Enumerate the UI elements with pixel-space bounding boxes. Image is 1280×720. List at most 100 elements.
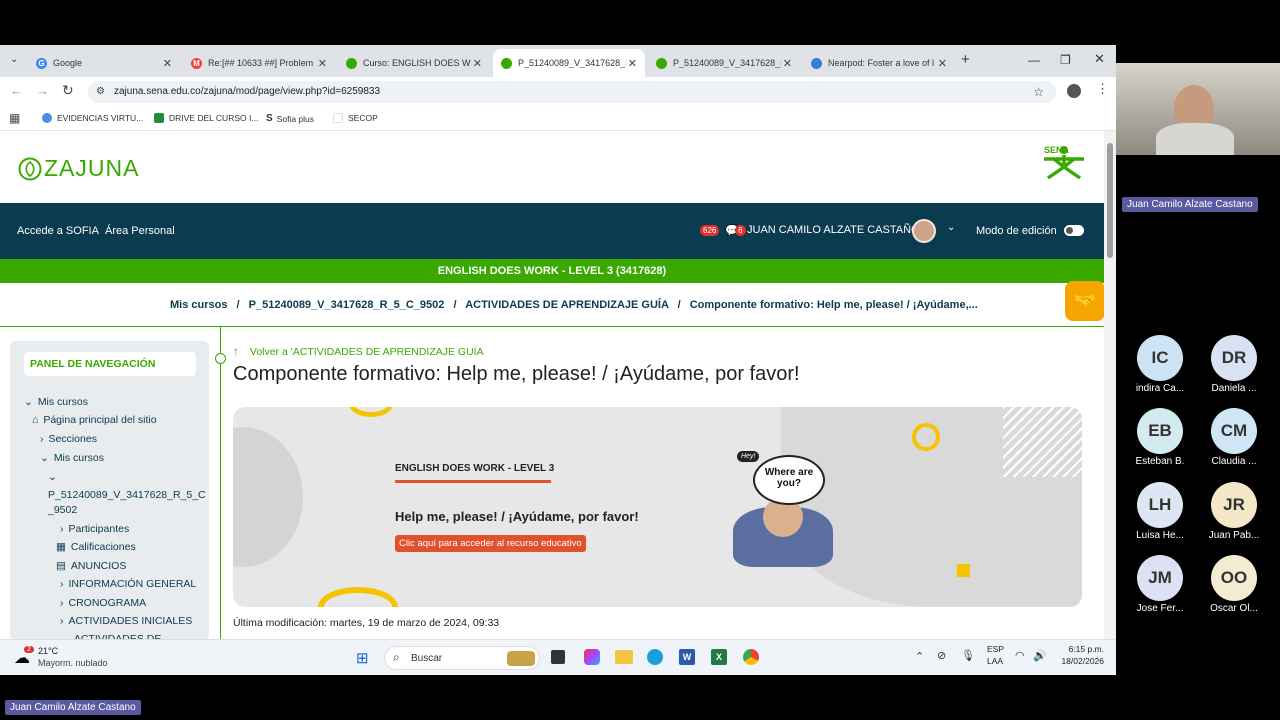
volume-icon[interactable]: 🔊 [1033,649,1047,662]
scrollbar-thumb[interactable] [1107,143,1113,258]
menu-icon[interactable]: ⋮ [1096,81,1109,97]
sidebar-item[interactable]: › Secciones [40,433,97,445]
search-icon: ⌕ [393,650,400,664]
notifications[interactable]: 626 💬 6 [700,224,746,237]
sidebar-item[interactable]: ▦ Calificaciones [56,541,136,553]
nav-link-sofia[interactable]: Accede a SOFIA [17,225,99,237]
sidebar-item[interactable]: › ACTIVIDADES INICIALES [60,615,192,627]
tab-close-icon[interactable]: ✕ [783,57,792,70]
tab-close-icon[interactable]: ✕ [318,57,327,70]
microphone-icon[interactable]: 🎙 [961,649,975,662]
browser-tab[interactable]: G Google ✕ [28,49,180,77]
tab-close-icon[interactable]: ✕ [473,57,482,70]
user-name[interactable]: JUAN CAMILO ALZATE CASTAÑO [747,224,920,236]
breadcrumb-item[interactable]: P_51240089_V_3417628_R_5_C_9502 [249,299,445,311]
sidebar-item-label: CRONOGRAMA [68,597,147,609]
participant-name: Juan Pab... [1208,530,1260,541]
browser-tab[interactable]: P_51240089_V_3417628_R ✕ [493,49,645,77]
breadcrumb-item[interactable]: Mis cursos [170,299,227,311]
sidebar-item[interactable]: ⌄ Mis cursos [24,396,88,408]
participant-tile[interactable]: DR Daniela ... [1194,335,1274,394]
url-input[interactable]: ⚙ zajuna.sena.edu.co/zajuna/mod/page/vie… [88,81,1056,103]
tab-close-icon[interactable]: ✕ [938,57,947,70]
camera-off-icon[interactable]: ⊘ [937,649,946,662]
forward-icon[interactable]: → [36,83,49,98]
sofia-icon: S [266,113,273,124]
participant-tile[interactable]: JR Juan Pab... [1194,482,1274,541]
back-icon[interactable]: ← [10,83,23,98]
banner-yellow-ring [349,407,393,417]
keyboard-lang[interactable]: ESP [987,644,1004,654]
sidebar-item[interactable]: › INFORMACIÓN GENERAL [60,578,196,590]
participant-tile[interactable]: EB Esteban B. [1120,408,1200,467]
close-window-icon[interactable]: ✕ [1094,51,1105,67]
banner-course-label: ENGLISH DOES WORK - LEVEL 3 [395,463,555,474]
tab-close-icon[interactable]: ✕ [163,57,172,70]
sidebar-item-icon: › [60,523,64,535]
chrome-icon[interactable] [743,649,759,665]
apps-grid-icon[interactable]: ▦ [9,111,20,125]
sidebar-item[interactable]: ⌄ Mis cursos [40,452,104,464]
participant-tile[interactable]: OO Oscar Ol... [1194,555,1274,614]
site-info-icon[interactable]: ⚙ [96,81,105,103]
breadcrumb-item: Componente formativo: Help me, please! /… [689,299,978,311]
sidebar-item[interactable]: P_51240089_V_3417628_R_5_C [48,489,206,501]
bookmark-star-icon[interactable]: ☆ [1033,81,1044,103]
browser-tab[interactable]: Nearpod: Foster a love of l ✕ [803,49,955,77]
page-scrollbar[interactable] [1104,131,1116,639]
clock-date[interactable]: 18/02/2026 [1054,656,1104,666]
excel-icon[interactable]: X [711,649,727,665]
browser-tab[interactable]: M Re:[## 10633 ##] Problem ✕ [183,49,335,77]
course-title-bar: ENGLISH DOES WORK - LEVEL 3 (3417628) [0,259,1104,283]
copilot-icon[interactable] [584,649,600,665]
tray-chevron-icon[interactable]: ⌃ [915,650,924,663]
browser-tab[interactable]: P_51240089_V_3417628_R ✕ [648,49,800,77]
banner-shape [233,427,303,567]
taskbar-search[interactable]: ⌕ Buscar [384,646,540,670]
sidebar-item-icon: › [60,615,64,627]
browser-tab[interactable]: Curso: ENGLISH DOES WO ✕ [338,49,490,77]
bookmark-drive[interactable]: DRIVE DEL CURSO I... [154,113,258,123]
restore-icon[interactable]: ❐ [1060,53,1071,67]
profile-avatar[interactable] [1067,84,1081,98]
sidebar-item[interactable]: ⌄ [48,471,62,483]
file-explorer-icon[interactable] [615,650,633,664]
breadcrumb-item[interactable]: ACTIVIDADES DE APRENDIZAJE GUÍA [465,299,668,311]
handshake-icon[interactable]: 🤝 [1065,281,1105,321]
arrow-up-icon: ↑ [233,344,239,358]
edge-icon[interactable] [647,649,663,665]
sidebar-item[interactable]: ▤ ANUNCIOS [56,560,126,572]
nav-link-area-personal[interactable]: Área Personal [105,225,175,237]
sidebar-item[interactable]: ⌂ Página principal del sitio [32,414,157,426]
clock-time[interactable]: 6:15 p.m. [1058,644,1104,654]
participant-tile[interactable]: LH Luisa He... [1120,482,1200,541]
participant-tile[interactable]: CM Claudia ... [1194,408,1274,467]
sidebar-item[interactable]: _9502 [48,504,77,516]
back-link[interactable]: ↑ Volver a 'ACTIVIDADES DE APRENDIZAJE G… [233,344,484,358]
zajuna-logo[interactable]: ZAJUNA [18,155,139,182]
user-menu-chevron-icon[interactable]: ⌄ [947,222,955,233]
sidebar-item[interactable]: › Participantes [60,523,129,535]
tab-close-icon[interactable]: ✕ [628,57,637,70]
bookmark-evidencias[interactable]: EVIDENCIAS VIRTU... [42,113,143,123]
bookmark-sofia[interactable]: S Sofia plus [266,113,314,124]
bookmark-secop[interactable]: SECOP [333,113,378,123]
banner-title: Help me, please! / ¡Ayúdame, por favor! [395,509,639,524]
new-tab-icon[interactable]: + [961,51,970,68]
sidebar-item[interactable]: › CRONOGRAMA [60,597,146,609]
sidebar-item-label: P_51240089_V_3417628_R_5_C [48,489,206,501]
reload-icon[interactable]: ↻ [62,82,74,99]
word-icon[interactable]: W [679,649,695,665]
participant-tile[interactable]: JM Jose Fer... [1120,555,1200,614]
keyboard-layout[interactable]: LAA [987,656,1003,666]
minimize-icon[interactable]: — [1028,53,1040,67]
windows-start-icon[interactable]: ⊞ [356,649,369,667]
edit-mode-toggle[interactable] [1064,225,1084,236]
banner-yellow-square [957,564,970,577]
access-resource-button[interactable]: Clic aquí para acceder al recurso educat… [395,535,586,552]
wifi-icon[interactable]: ◠ [1015,649,1025,662]
user-avatar[interactable] [912,219,936,243]
tab-search-chevron-icon[interactable]: ⌄ [10,54,18,65]
task-view-icon[interactable] [551,650,565,664]
participant-tile[interactable]: IC indira Ca... [1120,335,1200,394]
